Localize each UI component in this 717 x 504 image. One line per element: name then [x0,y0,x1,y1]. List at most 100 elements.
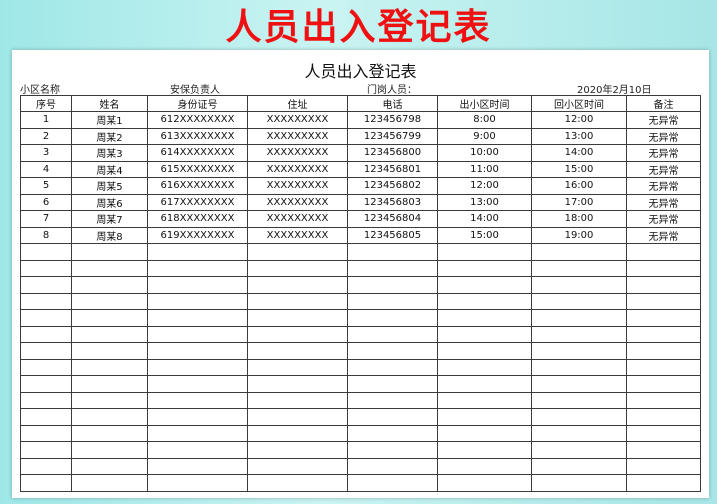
column-header-remarks: 备注 [626,95,701,112]
empty-cell [147,309,248,327]
empty-cell [20,292,72,310]
cell-return-time: 14:00 [531,144,627,162]
table-row: 2 周某2 613XXXXXXXX XXXXXXXXX 123456799 9:00 13:… [20,127,701,145]
empty-cell [626,342,701,360]
empty-cell [20,243,72,261]
empty-cell [626,441,701,459]
empty-cell [437,391,532,409]
cell-address: XXXXXXXXX [247,193,348,211]
cell-phone: 123456805 [347,226,438,244]
cell-index: 5 [20,177,72,195]
empty-cell [626,243,701,261]
cell-index: 7 [20,210,72,228]
column-header-name: 姓名 [71,95,148,112]
cell-phone: 123456798 [347,111,438,129]
empty-cell [347,424,438,442]
empty-cell [626,292,701,310]
empty-cell [347,243,438,261]
cell-remarks: 无异常 [626,226,701,244]
cell-id-number: 618XXXXXXXX [147,210,248,228]
empty-cell [20,424,72,442]
empty-cell [71,408,148,426]
empty-cell [531,474,627,492]
empty-cell [626,457,701,475]
empty-cell [247,408,348,426]
empty-cell [71,391,148,409]
blank-row [20,408,701,426]
empty-cell [147,358,248,376]
empty-cell [147,391,248,409]
cell-exit-time: 13:00 [437,193,532,211]
empty-cell [531,342,627,360]
empty-cell [247,474,348,492]
empty-cell [20,358,72,376]
empty-cell [147,408,248,426]
table-row: 3 周某3 614XXXXXXXX XXXXXXXXX 123456800 10:00 14… [20,144,701,162]
empty-cell [20,441,72,459]
cell-phone: 123456804 [347,210,438,228]
empty-cell [347,292,438,310]
empty-cell [437,325,532,343]
banner-title: 人员出入登记表 [225,7,492,48]
blank-row [20,259,701,277]
cell-index: 1 [20,111,72,129]
table-row: 1 周某1 612XXXXXXXX XXXXXXXXX 123456798 8:00 12:… [20,111,701,129]
empty-cell [347,375,438,393]
empty-cell [437,441,532,459]
table-row: 8 周某8 619XXXXXXXX XXXXXXXXX 123456805 15:00 19… [20,226,701,244]
blank-row [20,292,701,310]
empty-cell [626,276,701,294]
column-header-index: 序号 [20,95,72,112]
empty-cell [626,474,701,492]
empty-cell [71,292,148,310]
cell-phone: 123456802 [347,177,438,195]
empty-cell [437,243,532,261]
empty-cell [626,358,701,376]
blank-row [20,325,701,343]
empty-cell [347,309,438,327]
empty-cell [20,259,72,277]
empty-cell [20,342,72,360]
cell-name: 周某3 [71,144,148,162]
cell-phone: 123456803 [347,193,438,211]
blank-row [20,441,701,459]
column-header-return-time: 回小区时间 [531,95,627,112]
cell-id-number: 615XXXXXXXX [147,160,248,178]
cell-address: XXXXXXXXX [247,160,348,178]
empty-cell [247,391,348,409]
empty-cell [247,276,348,294]
empty-cell [531,424,627,442]
empty-cell [20,391,72,409]
empty-cell [347,441,438,459]
empty-cell [626,259,701,277]
empty-cell [437,424,532,442]
empty-cell [626,375,701,393]
empty-cell [247,375,348,393]
cell-exit-time: 12:00 [437,177,532,195]
security-manager-label: 安保负责人 [170,85,220,96]
empty-cell [531,325,627,343]
empty-cell [531,441,627,459]
empty-cell [247,342,348,360]
empty-cell [247,424,348,442]
empty-cell [71,424,148,442]
empty-cell [626,391,701,409]
cell-address: XXXXXXXXX [247,111,348,129]
empty-cell [626,408,701,426]
empty-cell [147,375,248,393]
cell-name: 周某5 [71,177,148,195]
empty-cell [347,408,438,426]
empty-cell [437,474,532,492]
cell-exit-time: 10:00 [437,144,532,162]
cell-remarks: 无异常 [626,111,701,129]
empty-cell [626,309,701,327]
blank-row [20,457,701,475]
blank-row [20,424,701,442]
empty-cell [347,358,438,376]
cell-address: XXXXXXXXX [247,127,348,145]
cell-return-time: 13:00 [531,127,627,145]
empty-cell [626,424,701,442]
empty-cell [147,276,248,294]
empty-cell [71,309,148,327]
cell-phone: 123456801 [347,160,438,178]
